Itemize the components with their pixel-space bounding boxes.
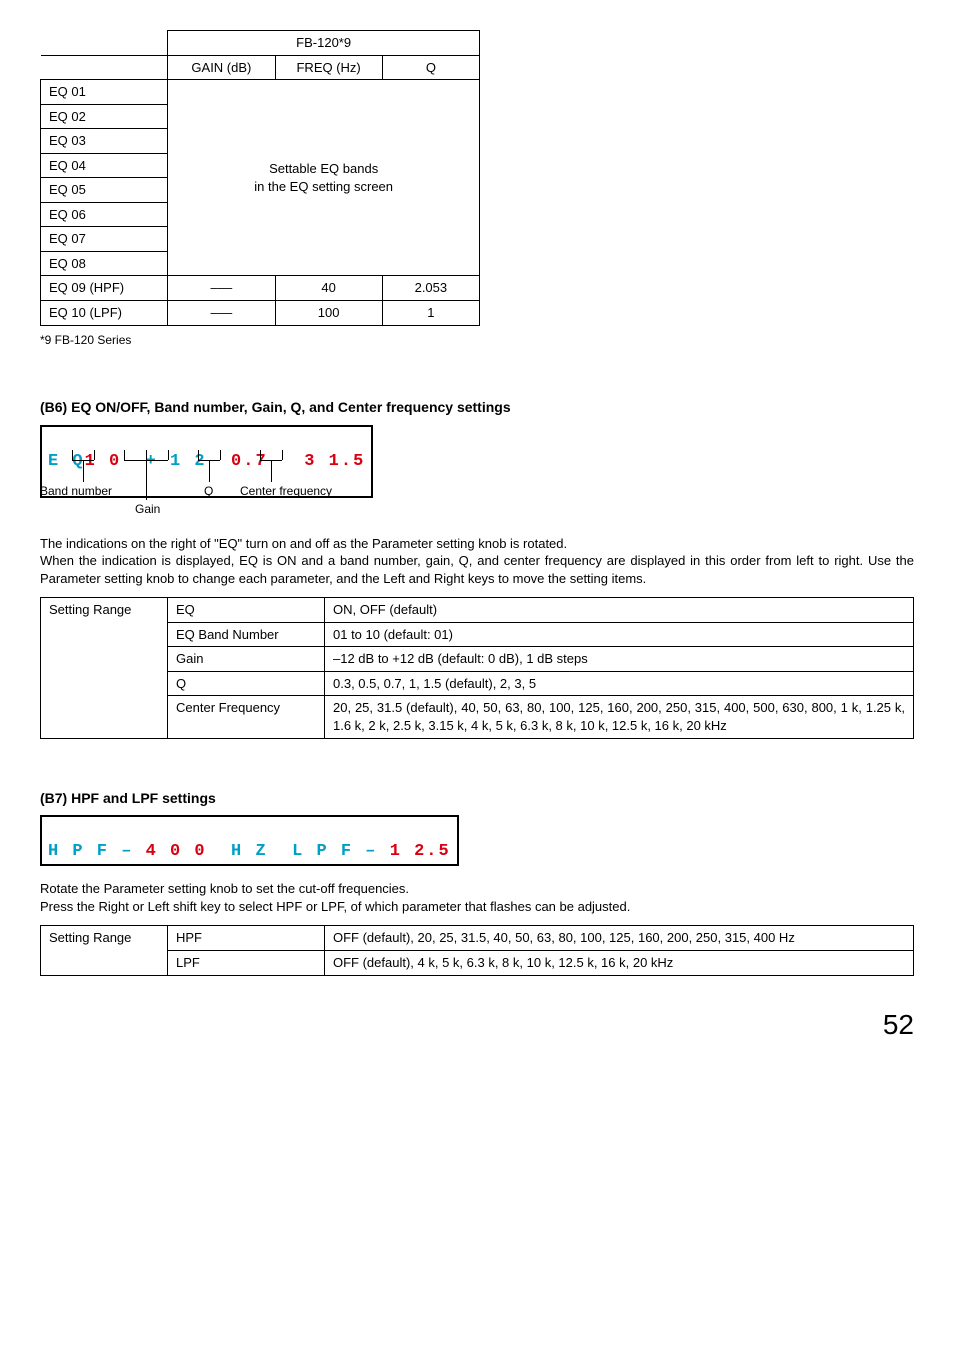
- eq-row-label: EQ 06: [41, 202, 168, 227]
- param-name: EQ Band Number: [168, 622, 325, 647]
- param-name: Q: [168, 671, 325, 696]
- label-q: Q: [204, 483, 213, 499]
- param-name: LPF: [168, 950, 325, 975]
- hpf-q: 2.053: [382, 276, 479, 301]
- lcd-eq: E Q: [48, 452, 85, 471]
- eq-row-label: EQ 03: [41, 129, 168, 154]
- b6-para1: The indications on the right of "EQ" tur…: [40, 535, 914, 553]
- lpf-gain: –––: [168, 301, 275, 326]
- blank-cell: [41, 31, 168, 56]
- param-value: –12 dB to +12 dB (default: 0 dB), 1 dB s…: [325, 647, 914, 672]
- param-name: HPF: [168, 926, 325, 951]
- lcd-cf: 3 1.5: [304, 452, 365, 471]
- param-value: 0.3, 0.5, 0.7, 1, 1.5 (default), 2, 3, 5: [325, 671, 914, 696]
- setting-range-table-b7: Setting Range HPF OFF (default), 20, 25,…: [40, 925, 914, 975]
- lpf-q: 1: [382, 301, 479, 326]
- merged-line-2: in the EQ setting screen: [254, 179, 393, 194]
- param-name: Center Frequency: [168, 696, 325, 738]
- lcd-dash2: –: [365, 842, 377, 861]
- lpf-row-label: EQ 10 (LPF): [41, 301, 168, 326]
- param-value: 20, 25, 31.5 (default), 40, 50, 63, 80, …: [325, 696, 914, 738]
- page-number: 52: [40, 1006, 914, 1044]
- b7-para1: Rotate the Parameter setting knob to set…: [40, 880, 914, 898]
- setting-range-label: Setting Range: [41, 598, 168, 738]
- lcd-lpf-val: 1 2.5: [390, 842, 451, 861]
- lpf-freq: 100: [275, 301, 382, 326]
- eq-table: FB-120*9 GAIN (dB) FREQ (Hz) Q EQ 01 Set…: [40, 30, 480, 326]
- label-gain: Gain: [135, 501, 160, 517]
- lcd-hpf: H P F: [48, 842, 109, 861]
- lcd-q: 0.7: [231, 452, 268, 471]
- col-freq: FREQ (Hz): [275, 55, 382, 80]
- b7-title: (B7) HPF and LPF settings: [40, 789, 914, 808]
- label-center-frequency: Center frequency: [240, 483, 332, 499]
- param-value: OFF (default), 4 k, 5 k, 6.3 k, 8 k, 10 …: [325, 950, 914, 975]
- lcd-hz: H Z: [231, 842, 268, 861]
- b6-para2: When the indication is displayed, EQ is …: [40, 552, 914, 587]
- lcd-dash: –: [121, 842, 133, 861]
- eq-row-label: EQ 05: [41, 178, 168, 203]
- setting-range-label: Setting Range: [41, 926, 168, 975]
- param-name: Gain: [168, 647, 325, 672]
- hpf-row-label: EQ 09 (HPF): [41, 276, 168, 301]
- eq-row-label: EQ 01: [41, 80, 168, 105]
- eq-row-label: EQ 07: [41, 227, 168, 252]
- label-band-number: Band number: [40, 483, 112, 499]
- col-q: Q: [382, 55, 479, 80]
- param-value: 01 to 10 (default: 01): [325, 622, 914, 647]
- param-value: OFF (default), 20, 25, 31.5, 40, 50, 63,…: [325, 926, 914, 951]
- col-gain: GAIN (dB): [168, 55, 275, 80]
- hpf-freq: 40: [275, 276, 382, 301]
- merged-settable-bands: Settable EQ bands in the EQ setting scre…: [168, 80, 480, 276]
- merged-line-1: Settable EQ bands: [269, 161, 378, 176]
- blank-cell: [41, 55, 168, 80]
- param-value: ON, OFF (default): [325, 598, 914, 623]
- b7-para2: Press the Right or Left shift key to sel…: [40, 898, 914, 916]
- table-header-fb120: FB-120*9: [168, 31, 480, 56]
- eq-row-label: EQ 04: [41, 153, 168, 178]
- lcd-hpf-val: 4 0 0: [146, 842, 207, 861]
- lcd-lpf: L P F: [292, 842, 353, 861]
- eq-row-label: EQ 02: [41, 104, 168, 129]
- b6-title: (B6) EQ ON/OFF, Band number, Gain, Q, an…: [40, 398, 914, 417]
- b7-lcd: H P F – 4 0 0 H Z L P F – 1 2.5: [40, 815, 459, 866]
- hpf-gain: –––: [168, 276, 275, 301]
- footnote-fb120: *9 FB-120 Series: [40, 332, 914, 348]
- param-name: EQ: [168, 598, 325, 623]
- setting-range-table-b6: Setting Range EQ ON, OFF (default) EQ Ba…: [40, 597, 914, 738]
- eq-row-label: EQ 08: [41, 251, 168, 276]
- b6-lcd-diagram: E Q1 0 + 1 2 0.7 3 1.5 Band number Gain …: [40, 425, 914, 535]
- lcd-band: 1 0: [85, 452, 122, 471]
